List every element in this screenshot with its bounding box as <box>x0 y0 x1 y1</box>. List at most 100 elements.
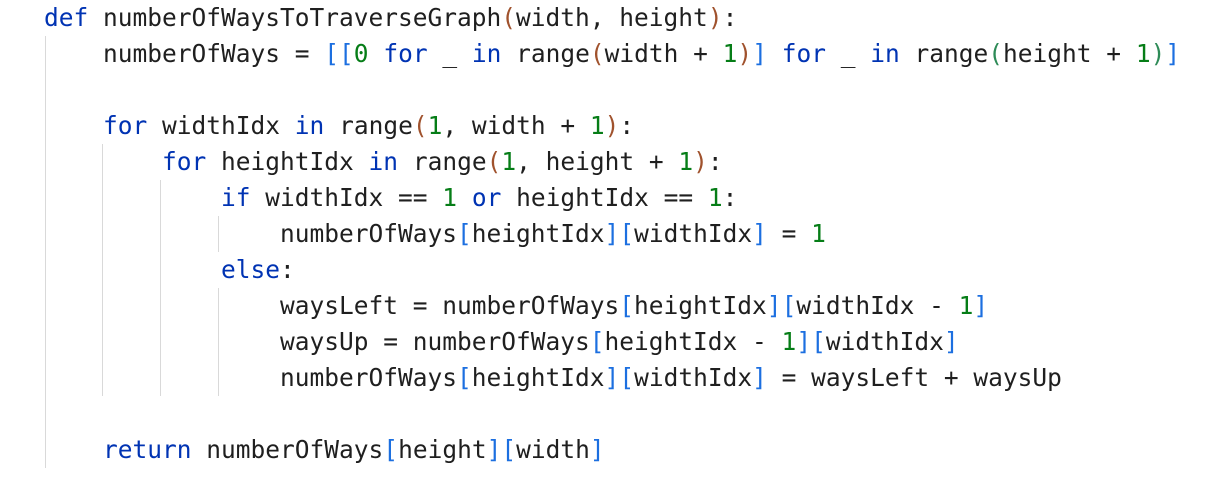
code-token: for <box>162 147 207 176</box>
code-token: 1 <box>722 39 738 68</box>
code-token: ] <box>796 327 812 356</box>
code-token: ] <box>766 291 782 320</box>
code-token: _ <box>825 39 871 68</box>
code-line-8[interactable]: else: <box>44 252 295 288</box>
code-token: range <box>398 147 487 176</box>
code-line-9[interactable]: waysLeft = numberOfWays[heightIdx][width… <box>44 288 988 324</box>
code-token: range <box>324 111 413 140</box>
code-token: _ <box>427 39 472 68</box>
code-token: width, height <box>516 3 708 32</box>
code-token: heightIdx - <box>604 327 782 356</box>
code-line-6[interactable]: if widthIdx == 1 or heightIdx == 1: <box>44 180 737 216</box>
code-token: [ <box>619 363 635 392</box>
code-token: else <box>221 255 281 284</box>
code-token: ] <box>486 435 502 464</box>
code-line-11[interactable]: numberOfWays[heightIdx][widthIdx] = ways… <box>44 360 1062 396</box>
code-token: 0 <box>353 39 369 68</box>
code-token: ] <box>1165 39 1181 68</box>
code-token: heightIdx <box>206 147 369 176</box>
code-token: heightIdx == <box>501 183 708 212</box>
code-line-7[interactable]: numberOfWays[heightIdx][widthIdx] = 1 <box>44 216 826 252</box>
code-token: [ <box>619 291 635 320</box>
code-token: ) <box>1150 39 1166 68</box>
code-line-1[interactable]: def numberOfWaysToTraverseGraph(width, h… <box>44 0 737 36</box>
code-token: ( <box>486 147 502 176</box>
code-token: numberOfWays = <box>44 39 325 68</box>
code-token: 1 <box>811 219 826 248</box>
code-token: widthIdx <box>634 363 753 392</box>
code-token: widthIdx <box>634 219 753 248</box>
code-token: in <box>368 147 399 176</box>
code-token: heightIdx <box>471 363 605 392</box>
code-token: widthIdx <box>825 327 944 356</box>
code-token: = <box>766 219 812 248</box>
code-token: ] <box>752 219 767 248</box>
code-token: ] <box>752 363 767 392</box>
code-token: 1 <box>707 183 723 212</box>
code-token: [ <box>619 219 635 248</box>
code-token: heightIdx <box>471 219 605 248</box>
code-token: waysLeft = numberOfWays <box>44 291 620 320</box>
code-token: ( <box>412 111 428 140</box>
code-token: ) <box>707 3 723 32</box>
code-token: waysUp = numberOfWays <box>44 327 590 356</box>
code-token: width + <box>604 39 723 68</box>
code-token: numberOfWays <box>44 219 458 248</box>
code-token: ] <box>589 435 605 464</box>
code-token: for <box>383 39 428 68</box>
code-editor[interactable]: def numberOfWaysToTraverseGraph(width, h… <box>0 0 1214 484</box>
code-token: widthIdx == <box>250 183 443 212</box>
code-token: 1 <box>781 327 797 356</box>
code-line-10[interactable]: waysUp = numberOfWays[heightIdx - 1][wid… <box>44 324 959 360</box>
code-token: ) <box>737 39 753 68</box>
code-token: ( <box>589 39 605 68</box>
code-token: if <box>221 183 251 212</box>
code-token: 1 <box>1135 39 1151 68</box>
code-token: range <box>501 39 590 68</box>
code-token: [ <box>781 291 797 320</box>
code-token: 1 <box>678 147 694 176</box>
code-token: width <box>516 435 590 464</box>
code-token: 1 <box>501 147 517 176</box>
code-token: : <box>722 3 738 32</box>
code-token: height <box>398 435 487 464</box>
code-line-2[interactable]: numberOfWays = [[0 for _ in range(width … <box>44 36 1180 72</box>
code-token: for <box>781 39 826 68</box>
code-token: 1 <box>427 111 443 140</box>
code-token: : <box>707 147 723 176</box>
code-token: ( <box>988 39 1004 68</box>
code-token: ] <box>752 39 767 68</box>
code-token: for <box>103 111 148 140</box>
code-token: [ <box>457 363 472 392</box>
code-token: ( <box>501 3 517 32</box>
code-token: in <box>870 39 900 68</box>
code-token: ] <box>943 327 959 356</box>
code-token: [ <box>383 435 399 464</box>
code-line-4[interactable]: for widthIdx in range(1, width + 1): <box>44 108 634 144</box>
code-token: : <box>722 183 738 212</box>
code-token: 1 <box>589 111 605 140</box>
code-token: 1 <box>958 291 974 320</box>
code-token: : <box>280 255 295 284</box>
code-token: : <box>619 111 635 140</box>
code-line-5[interactable]: for heightIdx in range(1, height + 1): <box>44 144 723 180</box>
code-token: in <box>471 39 502 68</box>
code-token: ] <box>604 363 620 392</box>
code-token: numberOfWaysToTraverseGraph <box>88 3 502 32</box>
code-token: widthIdx <box>147 111 295 140</box>
code-line-13[interactable]: return numberOfWays[height][width] <box>44 432 605 468</box>
code-token: widthIdx - <box>796 291 959 320</box>
code-token: range <box>899 39 989 68</box>
code-token: height + <box>1003 39 1136 68</box>
code-token: ] <box>604 219 620 248</box>
code-token: , height + <box>516 147 679 176</box>
code-token: or <box>471 183 502 212</box>
